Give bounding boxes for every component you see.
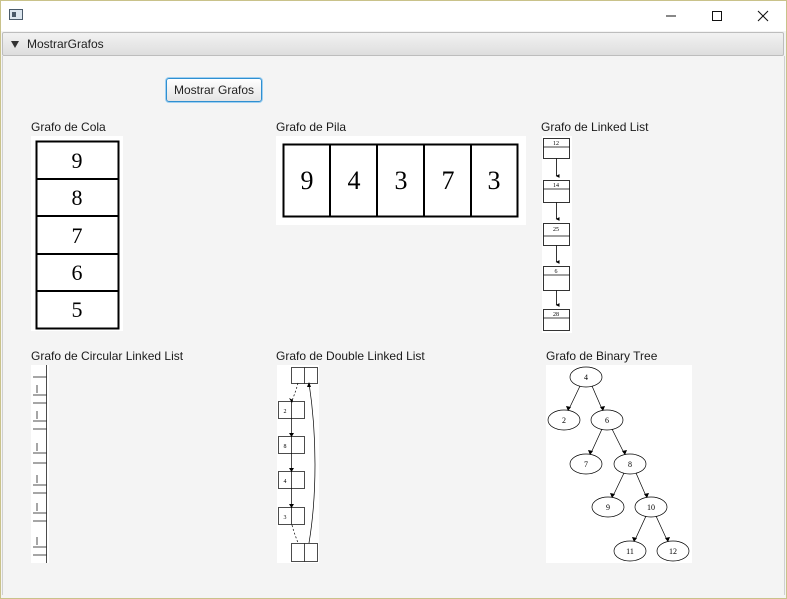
cola-node-value: 9 <box>72 148 83 173</box>
mostrar-grafos-button[interactable]: Mostrar Grafos <box>166 78 262 102</box>
pila-node-value: 7 <box>442 166 455 195</box>
cola-graph-label: Grafo de Cola <box>31 120 106 134</box>
double-node-value: 8 <box>284 444 287 450</box>
minimize-icon <box>666 15 676 17</box>
linked-node-value: 25 <box>553 227 559 233</box>
maximize-icon <box>712 11 722 21</box>
pane-title: MostrarGrafos <box>27 37 104 51</box>
app-icon <box>9 9 23 20</box>
minimize-button[interactable] <box>648 1 694 31</box>
cola-node-value: 5 <box>72 297 83 322</box>
tree-node-value: 9 <box>606 503 610 512</box>
pila-node-value: 9 <box>301 166 314 195</box>
binary-tree-graph-image: 4 2 6 7 8 9 10 11 12 <box>546 365 692 563</box>
pila-node-value: 3 <box>488 166 501 195</box>
binary-tree-graph-label: Grafo de Binary Tree <box>546 349 658 363</box>
double-list-graph-label: Grafo de Double Linked List <box>276 349 425 363</box>
collapse-arrow-icon[interactable] <box>11 41 19 48</box>
pila-node-value: 3 <box>395 166 408 195</box>
tree-node-value: 4 <box>584 373 588 382</box>
close-icon <box>757 10 769 22</box>
linked-list-graph-image: 12 14 25 6 28 <box>542 136 572 333</box>
maximize-button[interactable] <box>694 1 740 31</box>
titled-pane-header[interactable]: MostrarGrafos <box>2 32 784 56</box>
tree-node-value: 6 <box>605 416 609 425</box>
title-bar <box>1 1 786 31</box>
double-node-value: 2 <box>284 409 287 415</box>
tree-node-value: 10 <box>647 503 655 512</box>
linked-node-value: 14 <box>553 183 559 189</box>
close-button[interactable] <box>740 1 786 31</box>
linked-list-graph-label: Grafo de Linked List <box>541 120 649 134</box>
tree-node-value: 7 <box>584 460 588 469</box>
cola-node-value: 6 <box>72 260 83 285</box>
tree-node-value: 11 <box>626 547 634 556</box>
pila-node-value: 4 <box>348 166 361 195</box>
circular-list-graph-image <box>31 365 49 563</box>
pila-graph-image: 9 4 3 7 3 <box>276 136 526 225</box>
tree-node-value: 8 <box>628 460 632 469</box>
double-node-value: 4 <box>284 479 287 485</box>
linked-node-value: 12 <box>553 141 559 147</box>
tree-node-value: 2 <box>562 416 566 425</box>
linked-node-value: 28 <box>553 312 559 318</box>
cola-graph-image: 9 8 7 6 5 <box>31 136 123 331</box>
double-list-graph-image: 2 8 4 3 <box>277 365 319 563</box>
linked-node-value: 6 <box>555 269 558 275</box>
pila-graph-label: Grafo de Pila <box>276 120 347 134</box>
tree-node-value: 12 <box>669 547 677 556</box>
circular-list-graph-label: Grafo de Circular Linked List <box>31 349 184 363</box>
cola-node-value: 8 <box>72 185 83 210</box>
cola-node-value: 7 <box>72 223 83 248</box>
double-node-value: 3 <box>284 515 287 521</box>
